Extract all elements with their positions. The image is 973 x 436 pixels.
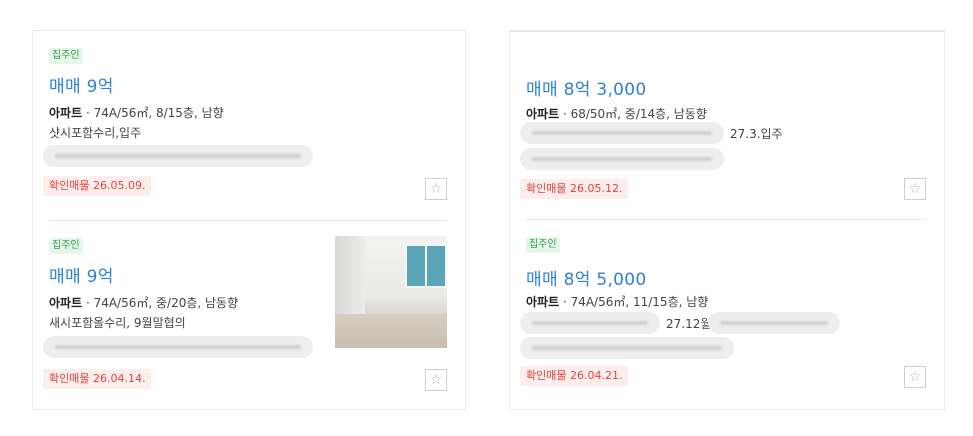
- listing-description: 27.12월: [666, 317, 712, 331]
- listing-info: 아파트 · 74A/56㎡, 중/20층, 남동향: [49, 294, 238, 311]
- listing-spec: · 74A/56㎡, 중/20층, 남동향: [82, 296, 239, 310]
- listing-spec: · 74A/56㎡, 8/15층, 남향: [82, 106, 224, 120]
- listing-price[interactable]: 매매 8억 5,000: [526, 265, 647, 290]
- confirmed-listing-badge: 확인매물 26.04.21.: [520, 366, 629, 386]
- star-outline-icon[interactable]: ☆: [425, 178, 447, 200]
- listing-photo[interactable]: [335, 236, 447, 348]
- blurred-description: [708, 312, 840, 334]
- listing-description: 샷시포함수리,입주: [49, 126, 142, 140]
- star-outline-icon[interactable]: ☆: [425, 369, 447, 391]
- star-outline-icon[interactable]: ☆: [904, 366, 926, 388]
- listing-description: 새시포함올수리, 9월말협의: [49, 316, 186, 330]
- blurred-agent-info: [43, 336, 313, 358]
- confirmed-listing-badge: 확인매물 26.05.12.: [520, 179, 629, 199]
- divider: [49, 220, 447, 221]
- owner-badge: 집주인: [49, 238, 83, 254]
- listing-spec: · 74A/56㎡, 11/15층, 남향: [559, 295, 709, 309]
- confirmed-listing-badge: 확인매물 26.05.09.: [43, 176, 152, 196]
- listing-item[interactable]: 집주인 매매 9억 아파트 · 74A/56㎡, 8/15층, 남향 샷시포함수…: [33, 46, 465, 216]
- property-type: 아파트: [526, 295, 560, 309]
- listing-info: 아파트 · 74A/56㎡, 8/15층, 남향: [49, 104, 224, 121]
- listing-item[interactable]: 집주인 매매 8억 5,000 아파트 · 74A/56㎡, 11/15층, 남…: [510, 235, 944, 411]
- listing-item[interactable]: 집주인 매매 9억 아파트 · 74A/56㎡, 중/20층, 남동향 새시포함…: [33, 236, 465, 396]
- owner-badge: 집주인: [49, 48, 83, 64]
- listing-price[interactable]: 매매 9억: [49, 262, 114, 287]
- owner-badge: 집주인: [526, 237, 560, 253]
- listing-item[interactable]: 매매 8억 3,000 아파트 · 68/50㎡, 중/14층, 남동향 27.…: [510, 31, 944, 217]
- listing-spec: · 68/50㎡, 중/14층, 남동향: [559, 107, 707, 121]
- divider: [526, 219, 926, 220]
- listing-price[interactable]: 매매 8억 3,000: [526, 75, 647, 100]
- confirmed-listing-badge: 확인매물 26.04.14.: [43, 369, 152, 389]
- blurred-agent-info: [520, 148, 724, 170]
- blurred-agent-info: [520, 337, 734, 359]
- listing-panel-left: 집주인 매매 9억 아파트 · 74A/56㎡, 8/15층, 남향 샷시포함수…: [32, 30, 466, 410]
- blurred-description: [520, 312, 660, 334]
- property-type: 아파트: [49, 296, 83, 310]
- property-type: 아파트: [526, 107, 560, 121]
- listing-description: 27.3.입주: [730, 127, 783, 141]
- blurred-agent-info: [43, 145, 313, 167]
- blurred-description: [520, 122, 724, 144]
- listing-info: 아파트 · 68/50㎡, 중/14층, 남동향: [526, 105, 707, 122]
- star-outline-icon[interactable]: ☆: [904, 178, 926, 200]
- property-type: 아파트: [49, 106, 83, 120]
- listing-price[interactable]: 매매 9억: [49, 72, 114, 97]
- listing-panel-right: 매매 8억 3,000 아파트 · 68/50㎡, 중/14층, 남동향 27.…: [509, 30, 945, 410]
- listing-info: 아파트 · 74A/56㎡, 11/15층, 남향: [526, 293, 708, 310]
